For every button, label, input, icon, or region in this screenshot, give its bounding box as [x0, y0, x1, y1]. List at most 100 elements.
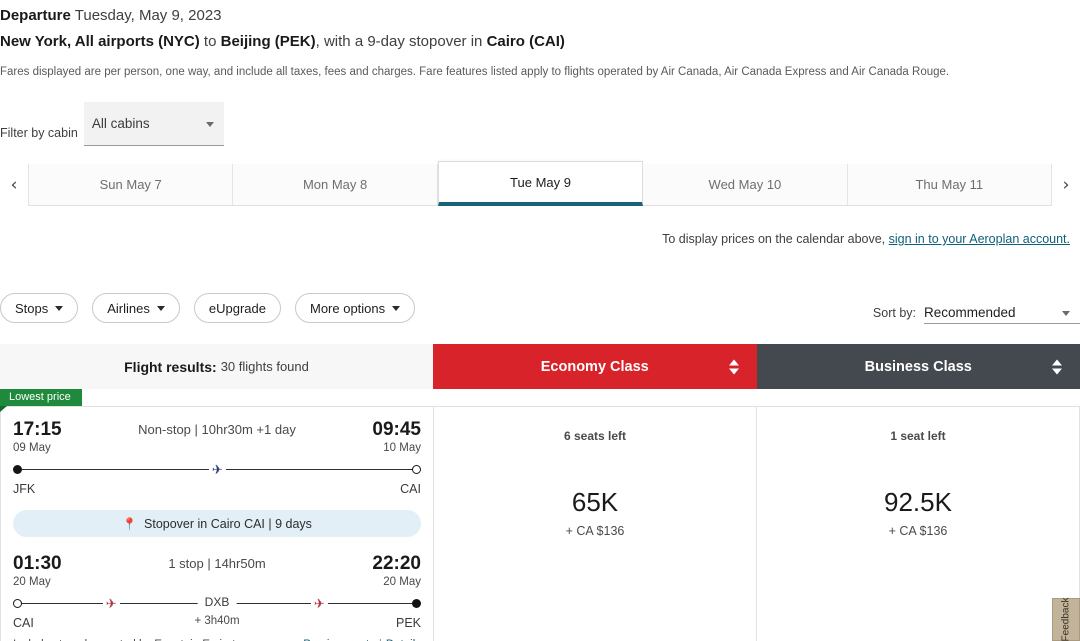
table-row: 17:15 09 May Non-stop | 10hr30m +1 day 0… [0, 406, 1080, 641]
business-seats-left: 1 seat left [890, 429, 946, 443]
filter-chip-stops[interactable]: Stops [0, 293, 79, 323]
connection-layover: + 3h40m [194, 615, 240, 627]
outbound-arrival-time: 09:45 [372, 419, 421, 440]
economy-class-label: Economy Class [540, 358, 649, 375]
flight-results-count: 30 flights found [220, 359, 309, 374]
lowest-price-badge-wrap: Lowest price [0, 389, 1080, 412]
cabin-select-value: All cabins [91, 116, 150, 131]
date-tab-thu-may-11[interactable]: Thu May 11 [847, 164, 1053, 206]
sort-by-label: Sort by: [872, 306, 916, 320]
chevron-down-icon [1062, 311, 1070, 316]
outbound-origin-code: JFK [13, 482, 36, 496]
departure-line: Departure Tuesday, May 9, 2023 [0, 6, 1080, 26]
destination-dot [412, 465, 421, 474]
signin-prompt-text: To display prices on the calendar above, [662, 232, 889, 246]
route-destination: Beijing (PEK) [220, 33, 316, 50]
departure-date: Tuesday, May 9, 2023 [74, 7, 222, 24]
inbound-arrival-date: 20 May [383, 576, 421, 588]
business-points: 92.5K [884, 487, 952, 517]
airplane-icon: ✈ [310, 596, 328, 612]
itinerary-cell: 17:15 09 May Non-stop | 10hr30m +1 day 0… [1, 407, 434, 641]
date-tab-mon-may-8[interactable]: Mon May 8 [233, 164, 438, 206]
stopover-text: Stopover in Cairo CAI | 9 days [144, 516, 312, 531]
chevron-down-icon [205, 121, 214, 127]
route-origin: New York, All airports (NYC) [0, 33, 200, 50]
inbound-departure-date: 20 May [13, 576, 51, 588]
outbound-arrival-date: 10 May [383, 442, 421, 454]
date-tab-bar: ‹ Sun May 7 Mon May 8 Tue May 9 Wed May … [0, 161, 1080, 206]
flight-results-page: Departure Tuesday, May 9, 2023 New York,… [0, 0, 1080, 641]
economy-seats-left: 6 seats left [563, 429, 627, 443]
outbound-segment: 17:15 09 May Non-stop | 10hr30m +1 day 0… [13, 419, 421, 496]
date-tab-wed-may-10[interactable]: Wed May 10 [643, 164, 848, 206]
signin-aeroplan-link[interactable]: sign in to your Aeroplan account. [889, 232, 1070, 246]
inbound-origin-code: CAI [13, 616, 34, 630]
chevron-down-icon [156, 305, 165, 311]
filter-chips-row: Stops Airlines eUpgrade More options Sor… [0, 292, 1080, 324]
outbound-departure: 17:15 09 May [13, 419, 105, 454]
sort-by-select[interactable]: Recommended [924, 296, 1080, 324]
cabin-select[interactable]: All cabins [83, 102, 224, 146]
flight-results-count-cell: Flight results: 30 flights found [0, 344, 433, 389]
cabin-filter-row: Filter by cabin All cabins [0, 102, 1080, 146]
date-tab-tue-may-9[interactable]: Tue May 9 [437, 161, 644, 206]
economy-points: 65K [571, 487, 619, 517]
flight-results-label: Flight results: [124, 358, 217, 375]
feedback-label: Feedback [1060, 597, 1072, 641]
business-class-column-header[interactable]: Business Class [756, 344, 1080, 389]
filter-chip-more-options-label: More options [309, 300, 386, 316]
destination-dot [412, 599, 421, 608]
filter-chip-more-options[interactable]: More options [294, 293, 416, 323]
economy-taxes: + CA $136 [565, 524, 625, 538]
sort-by-control: Sort by: Recommended [873, 292, 1080, 324]
inbound-route-line: ✈ DXB ✈ [13, 594, 421, 614]
outbound-departure-time: 17:15 [13, 419, 62, 440]
inbound-arrival: 22:20 20 May [329, 553, 421, 588]
outbound-destination-code: CAI [400, 482, 421, 496]
filter-chip-stops-label: Stops [15, 300, 49, 316]
date-tab-sun-may-7[interactable]: Sun May 7 [28, 164, 234, 206]
map-pin-icon: 📍 [122, 516, 138, 531]
sort-toggle-icon[interactable] [728, 359, 739, 374]
chevron-down-icon [55, 305, 64, 311]
route-stopover-city: Cairo (CAI) [486, 33, 565, 50]
filter-chip-eupgrade[interactable]: eUpgrade [193, 293, 281, 323]
outbound-airport-codes: JFK CAI [13, 482, 421, 496]
stopover-banner: 📍 Stopover in Cairo CAI | 9 days [13, 510, 421, 537]
filter-chip-eupgrade-label: eUpgrade [208, 300, 266, 316]
outbound-route-line: ✈ [13, 460, 421, 480]
results-header-bar: Flight results: 30 flights found Economy… [0, 344, 1080, 389]
feedback-tab[interactable]: Feedback [1052, 598, 1080, 641]
business-taxes: + CA $136 [888, 524, 948, 538]
inbound-departure-time: 01:30 [13, 553, 62, 574]
economy-price-cell[interactable]: 6 seats left 65K + CA $136 [434, 407, 757, 641]
next-dates-button[interactable]: › [1052, 164, 1080, 206]
departure-label: Departure [0, 7, 71, 24]
inbound-duration-summary: 1 stop | 14hr50m [168, 556, 266, 571]
status-badge: Lowest price [0, 389, 82, 412]
airplane-icon: ✈ [208, 462, 226, 478]
filter-chip-airlines[interactable]: Airlines [92, 293, 180, 323]
outbound-duration-summary: Non-stop | 10hr30m +1 day [138, 422, 296, 437]
sort-by-value: Recommended [924, 305, 1016, 320]
prev-dates-button[interactable]: ‹ [0, 164, 28, 206]
search-summary-header: Departure Tuesday, May 9, 2023 New York,… [0, 0, 1080, 80]
cabin-filter-label: Filter by cabin [0, 126, 78, 140]
connection-airport-code: DXB [197, 595, 237, 609]
route-connector: to [199, 33, 221, 50]
origin-dot [13, 599, 22, 608]
chevron-down-icon [392, 305, 401, 311]
fare-disclaimer: Fares displayed are per person, one way,… [0, 66, 950, 78]
signin-prompt: To display prices on the calendar above,… [0, 232, 1080, 246]
inbound-destination-code: PEK [395, 616, 421, 630]
inbound-departure: 01:30 20 May [13, 553, 105, 588]
outbound-departure-date: 09 May [13, 442, 51, 454]
economy-class-column-header[interactable]: Economy Class [433, 344, 757, 389]
outbound-arrival: 09:45 10 May [329, 419, 421, 454]
filter-chip-airlines-label: Airlines [107, 300, 150, 316]
business-price-cell[interactable]: 1 seat left 92.5K + CA $136 [757, 407, 1079, 641]
airplane-icon: ✈ [102, 596, 120, 612]
route-stopover-prefix: , with a 9-day stopover in [315, 33, 487, 50]
origin-dot [13, 465, 22, 474]
sort-toggle-icon[interactable] [1052, 359, 1062, 374]
